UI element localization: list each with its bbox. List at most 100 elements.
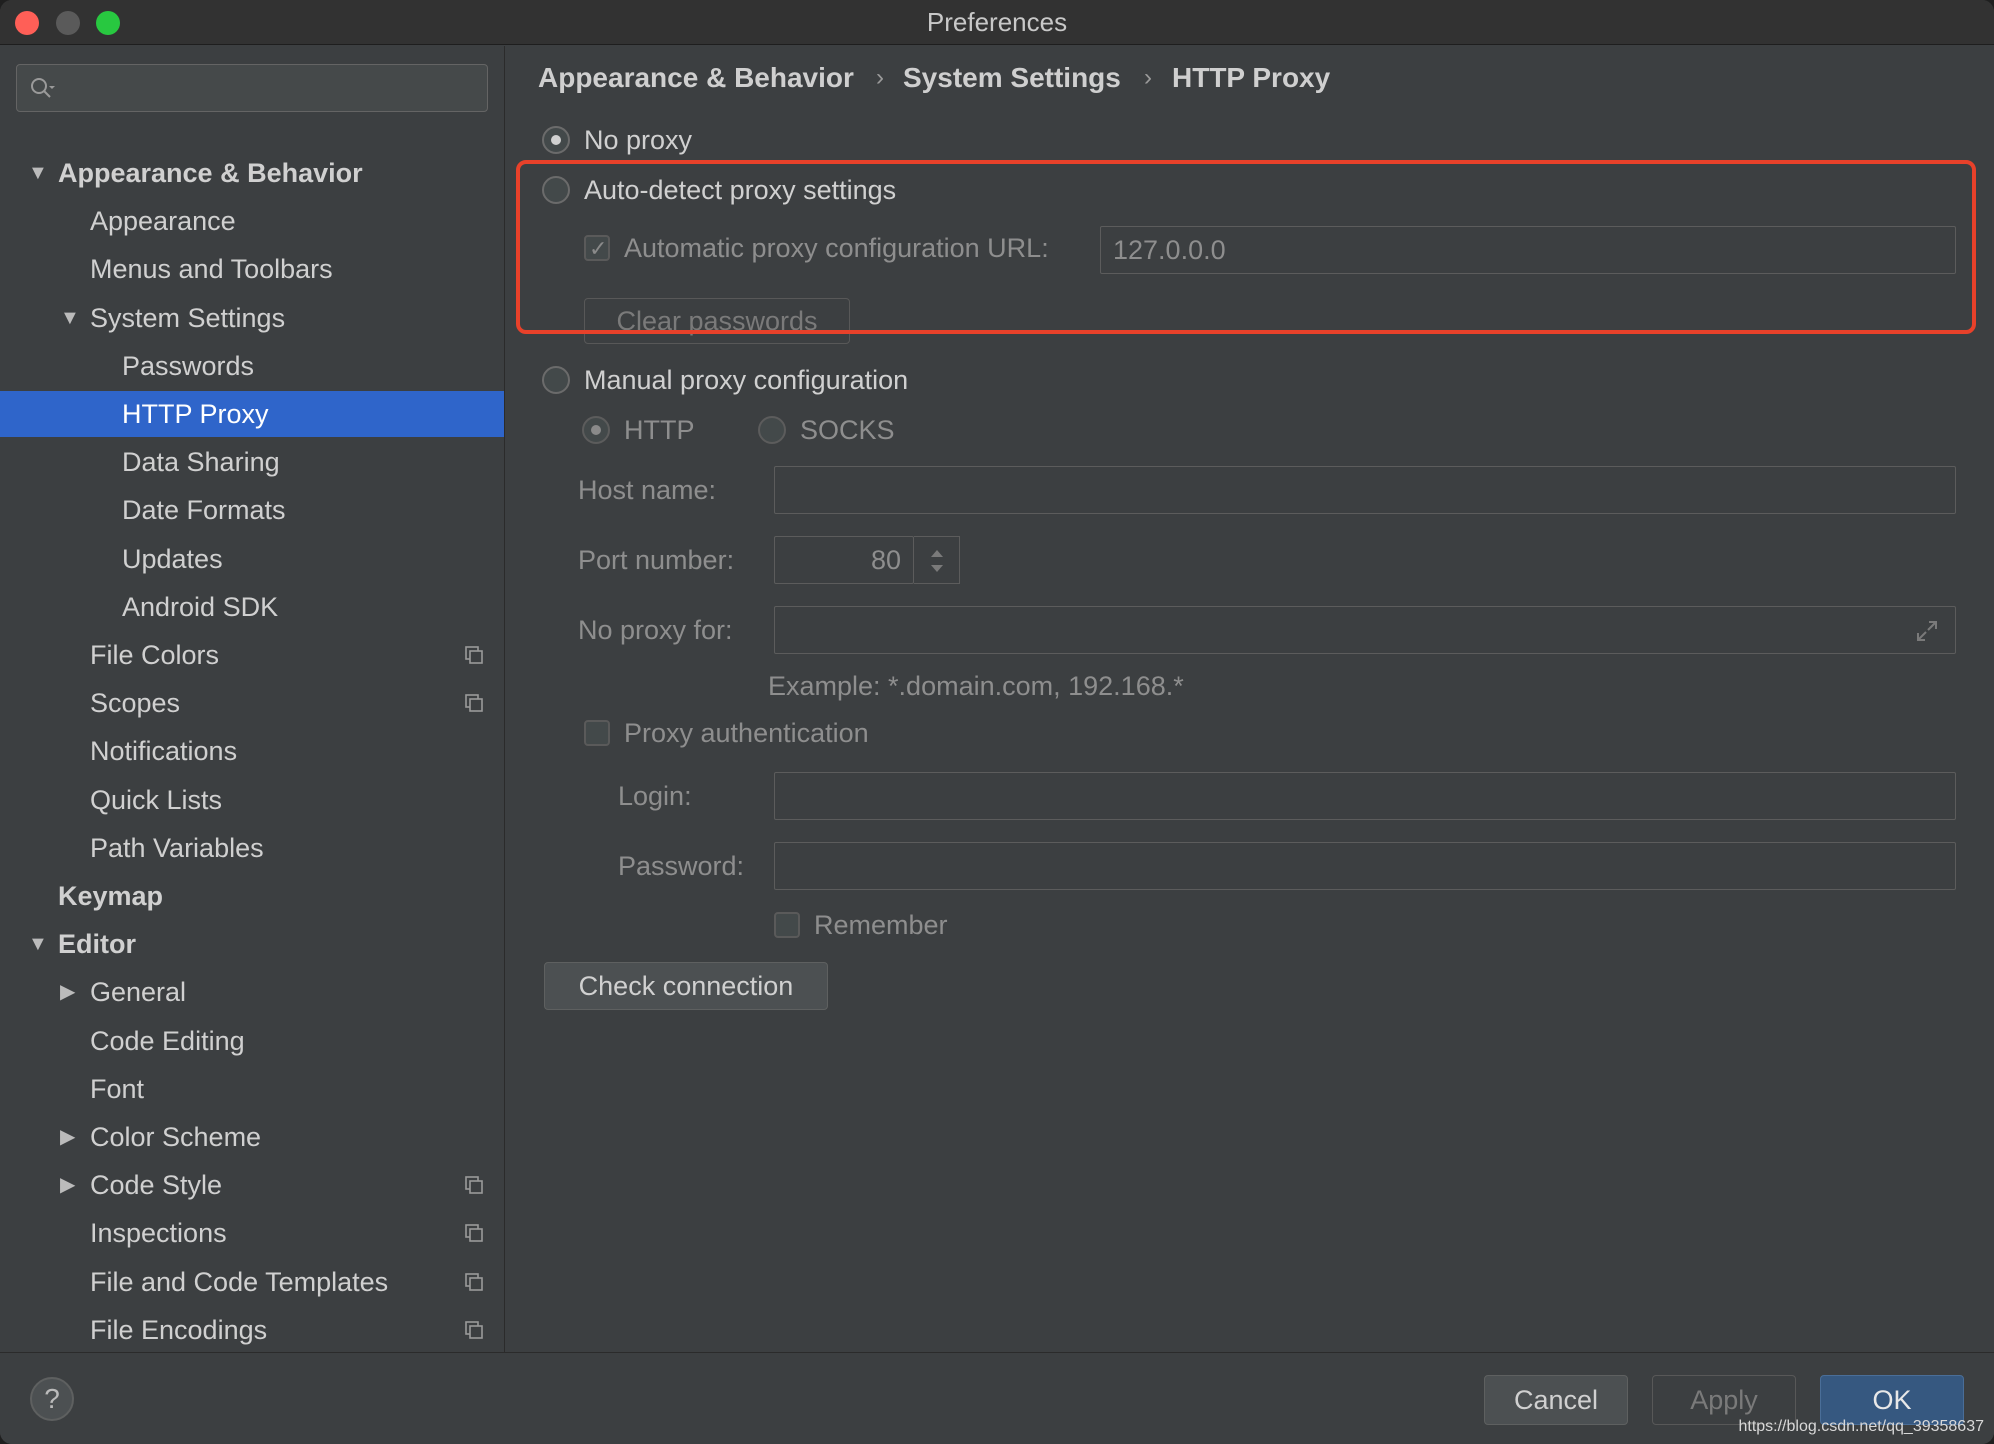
sidebar-item-label: Code Style: [90, 1170, 223, 1201]
project-level-icon: [465, 1320, 483, 1339]
password-label: Password:: [618, 851, 745, 881]
sidebar-item-label: Notifications: [90, 736, 238, 767]
settings-search-input[interactable]: [16, 64, 488, 112]
sidebar-item-appearance-behavior[interactable]: ▼ Appearance & Behavior: [0, 150, 504, 196]
project-level-icon: [465, 646, 483, 664]
host-name-label: Host name:: [578, 475, 717, 505]
sidebar-item-font[interactable]: Font: [0, 1066, 504, 1112]
title-bar: Preferences: [0, 0, 1994, 45]
sidebar-item-scopes[interactable]: Scopes: [0, 680, 504, 726]
sidebar-item-label: Editor: [58, 929, 136, 960]
collapsed-arrow-icon[interactable]: ▶: [60, 1114, 75, 1160]
sidebar-item-general[interactable]: ▶ General: [0, 969, 504, 1015]
window-title: Preferences: [926, 7, 1068, 37]
port-number-field[interactable]: 80: [774, 536, 914, 584]
sidebar-item-inspections[interactable]: Inspections: [0, 1210, 504, 1256]
sidebar-item-label: Updates: [122, 543, 223, 574]
expand-icon[interactable]: [1914, 618, 1940, 644]
login-field[interactable]: [774, 772, 1956, 820]
sidebar-item-appearance[interactable]: Appearance: [0, 198, 504, 244]
sidebar-item-label: Menus and Toolbars: [90, 254, 333, 285]
expanded-arrow-icon[interactable]: ▼: [28, 150, 48, 196]
proxy-auth-checkbox[interactable]: [584, 720, 610, 746]
sidebar-item-file-encodings[interactable]: File Encodings: [0, 1307, 504, 1352]
http-radio[interactable]: [582, 416, 610, 444]
sidebar-item-label: Android SDK: [122, 591, 279, 622]
breadcrumb-separator: ›: [876, 64, 884, 91]
highlight-box: [516, 160, 1976, 334]
sidebar-item-updates[interactable]: Updates: [0, 536, 504, 582]
sidebar-item-file-colors[interactable]: File Colors: [0, 632, 504, 678]
sidebar-item-code-editing[interactable]: Code Editing: [0, 1018, 504, 1064]
sidebar-item-editor[interactable]: ▼ Editor: [0, 921, 504, 967]
breadcrumb-http-proxy: HTTP Proxy: [1172, 62, 1331, 93]
socks-label[interactable]: SOCKS: [800, 412, 895, 448]
no-proxy-radio[interactable]: [542, 126, 570, 154]
sidebar-item-label: General: [90, 977, 187, 1008]
no-proxy-label[interactable]: No proxy: [584, 122, 692, 158]
password-field[interactable]: [774, 842, 1956, 890]
project-level-icon: [465, 694, 483, 712]
sidebar-item-color-scheme[interactable]: ▶ Color Scheme: [0, 1114, 504, 1160]
cancel-button[interactable]: Cancel: [1484, 1375, 1628, 1425]
preferences-window: Preferences ▼ Appearance & Behavior Appear…: [0, 0, 1994, 1444]
sidebar-item-label: Font: [90, 1073, 145, 1104]
login-label: Login:: [618, 781, 692, 811]
sidebar-item-path-variables[interactable]: Path Variables: [0, 825, 504, 871]
collapsed-arrow-icon[interactable]: ▶: [60, 969, 75, 1015]
breadcrumb-system-settings[interactable]: System Settings: [903, 58, 1121, 98]
project-level-icon: [465, 1272, 483, 1291]
expanded-arrow-icon[interactable]: ▼: [28, 921, 48, 967]
collapsed-arrow-icon[interactable]: ▶: [60, 1162, 75, 1208]
manual-proxy-label[interactable]: Manual proxy configuration: [584, 362, 908, 398]
socks-radio[interactable]: [758, 416, 786, 444]
host-name-field[interactable]: [774, 466, 1956, 514]
dialog-footer: ? Cancel Apply OK https://blog.csdn.net/…: [0, 1352, 1994, 1444]
sidebar-item-file-and-code-templates[interactable]: File and Code Templates: [0, 1259, 504, 1305]
port-stepper[interactable]: [914, 536, 960, 584]
sidebar-item-http-proxy[interactable]: HTTP Proxy: [0, 391, 504, 437]
sidebar-item-label: Color Scheme: [90, 1122, 262, 1152]
http-label[interactable]: HTTP: [624, 412, 695, 448]
sidebar-item-data-sharing[interactable]: Data Sharing: [0, 439, 504, 485]
sidebar-item-label: Passwords: [122, 350, 255, 381]
expanded-arrow-icon[interactable]: ▼: [60, 295, 80, 341]
sidebar-item-label: Keymap: [58, 881, 164, 911]
no-proxy-for-label: No proxy for:: [578, 615, 733, 645]
sidebar-item-android-sdk[interactable]: Android SDK: [0, 584, 504, 630]
sidebar-item-notifications[interactable]: Notifications: [0, 728, 504, 774]
watermark-text: https://blog.csdn.net/qq_39358637: [1738, 1418, 1984, 1435]
sidebar-item-label: Path Variables: [90, 832, 264, 863]
sidebar-item-label: Code Editing: [90, 1025, 245, 1056]
no-proxy-for-field[interactable]: [774, 606, 1956, 654]
project-level-icon: [465, 1176, 483, 1194]
sidebar-item-label: File Encodings: [90, 1314, 268, 1345]
sidebar-item-code-style[interactable]: ▶ Code Style: [0, 1162, 504, 1208]
search-icon: [31, 78, 55, 98]
no-proxy-example: Example: *.domain.com, 192.168.*: [768, 671, 1184, 701]
breadcrumb-separator: ›: [1144, 64, 1152, 91]
sidebar-item-label: System Settings: [90, 302, 286, 333]
help-button[interactable]: ?: [30, 1377, 74, 1421]
sidebar-item-date-formats[interactable]: Date Formats: [0, 487, 504, 533]
remember-checkbox[interactable]: [774, 912, 800, 938]
sidebar-item-label: File and Code Templates: [90, 1266, 389, 1297]
manual-proxy-radio[interactable]: [542, 366, 570, 394]
project-level-icon: [465, 1224, 483, 1243]
port-number-label: Port number:: [578, 545, 735, 575]
sidebar-item-label: Quick Lists: [90, 784, 223, 815]
sidebar-item-label: Appearance & Behavior: [58, 158, 363, 188]
remember-label[interactable]: Remember: [814, 907, 948, 943]
sidebar-item-system-settings[interactable]: ▼ System Settings: [0, 295, 504, 341]
breadcrumb-appearance-behavior[interactable]: Appearance & Behavior: [538, 58, 854, 98]
sidebar-item-quick-lists[interactable]: Quick Lists: [0, 777, 504, 823]
check-connection-button[interactable]: Check connection: [544, 962, 828, 1010]
sidebar-item-passwords[interactable]: Passwords: [0, 343, 504, 389]
proxy-auth-label[interactable]: Proxy authentication: [624, 715, 869, 751]
sidebar-item-label: HTTP Proxy: [122, 399, 269, 429]
sidebar-item-label: Appearance: [90, 206, 236, 237]
sidebar-item-label: Scopes: [90, 688, 181, 719]
sidebar-item-label: Date Formats: [122, 495, 286, 526]
sidebar-item-keymap[interactable]: Keymap: [0, 873, 504, 919]
sidebar-item-menus-and-toolbars[interactable]: Menus and Toolbars: [0, 246, 504, 292]
